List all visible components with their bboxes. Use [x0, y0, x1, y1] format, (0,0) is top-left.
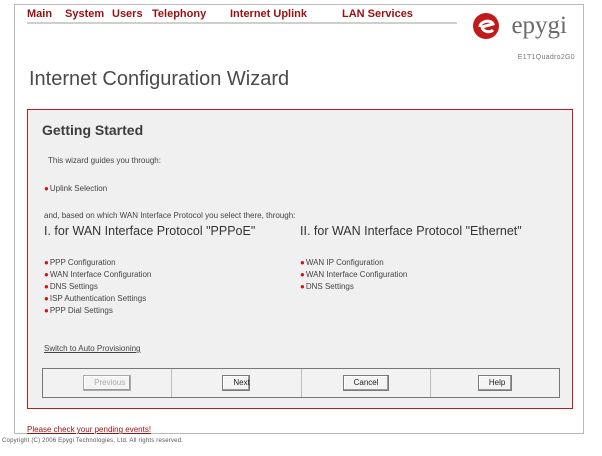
- pppoe-column-title: I. for WAN Interface Protocol "PPPoE": [44, 224, 256, 238]
- bullet-label: DNS Settings: [305, 282, 354, 291]
- nav-lan-services[interactable]: LAN Services: [342, 8, 413, 20]
- panel-title: Getting Started: [42, 122, 144, 138]
- page-frame: Main System Users Telephony Internet Upl…: [14, 4, 584, 434]
- copyright-text: Copyright (C) 2006 Epygi Technologies, L…: [2, 438, 184, 444]
- button-cell: Help: [431, 369, 559, 397]
- epygi-logo: epygi: [471, 9, 575, 43]
- previous-button[interactable]: Previous: [83, 375, 132, 391]
- bullet-dot: ●: [44, 184, 49, 193]
- bullet-label: PPP Configuration: [49, 258, 116, 267]
- bullet-dot: ●: [44, 282, 49, 291]
- wizard-panel: Getting Started This wizard guides you t…: [27, 109, 573, 409]
- nav-main[interactable]: Main: [27, 8, 65, 20]
- intro-text: This wizard guides you through:: [48, 156, 161, 165]
- nav-system[interactable]: System: [65, 8, 112, 20]
- list-item: ●PPP Configuration: [44, 258, 116, 267]
- logo-wordmark: epygi: [511, 12, 567, 39]
- next-button[interactable]: Next: [222, 375, 251, 391]
- bullet-dot: ●: [300, 258, 305, 267]
- bullet-uplink-selection: ●Uplink Selection: [44, 184, 107, 193]
- list-item: ●WAN IP Configuration: [300, 258, 384, 267]
- wizard-button-bar: Previous Next Cancel Help: [42, 368, 560, 398]
- epygi-logo-mark: [473, 13, 499, 39]
- list-item: ●WAN Interface Configuration: [44, 270, 151, 279]
- list-item: ●PPP Dial Settings: [44, 306, 113, 315]
- bullet-label: Uplink Selection: [49, 184, 108, 193]
- nav-telephony[interactable]: Telephony: [152, 8, 230, 20]
- bullet-dot: ●: [44, 270, 49, 279]
- auto-provisioning-link[interactable]: Switch to Auto Provisioning: [44, 344, 141, 353]
- bullet-label: DNS Settings: [49, 282, 98, 291]
- list-item: ●ISP Authentication Settings: [44, 294, 146, 303]
- help-button[interactable]: Help: [477, 375, 512, 391]
- top-navigation: Main System Users Telephony Internet Upl…: [27, 8, 413, 20]
- based-on-text: and, based on which WAN Interface Protoc…: [44, 211, 296, 220]
- bullet-dot: ●: [44, 306, 49, 315]
- bullet-dot: ●: [300, 282, 305, 291]
- bullet-label: WAN Interface Configuration: [305, 270, 408, 279]
- button-cell: Cancel: [302, 369, 431, 397]
- button-cell: Next: [172, 369, 302, 397]
- bullet-dot: ●: [44, 258, 49, 267]
- list-item: ●WAN Interface Configuration: [300, 270, 407, 279]
- button-cell: Previous: [43, 369, 173, 397]
- cancel-button[interactable]: Cancel: [342, 375, 389, 391]
- bullet-dot: ●: [300, 270, 305, 279]
- nav-internet-uplink[interactable]: Internet Uplink: [230, 8, 342, 20]
- pending-events-link[interactable]: Please check your pending events!: [27, 425, 151, 434]
- bullet-label: PPP Dial Settings: [49, 306, 113, 315]
- list-item: ●DNS Settings: [300, 282, 354, 291]
- nav-users[interactable]: Users: [112, 8, 152, 20]
- bullet-label: ISP Authentication Settings: [49, 294, 147, 303]
- ethernet-column-title: II. for WAN Interface Protocol "Ethernet…: [300, 224, 522, 238]
- page-title: Internet Configuration Wizard: [29, 68, 290, 90]
- bullet-label: WAN IP Configuration: [305, 258, 384, 267]
- list-item: ●DNS Settings: [44, 282, 98, 291]
- bullet-label: WAN Interface Configuration: [49, 270, 152, 279]
- bullet-dot: ●: [44, 294, 49, 303]
- device-model: E1T1Quadro2G0: [517, 54, 575, 61]
- nav-divider: [27, 22, 457, 24]
